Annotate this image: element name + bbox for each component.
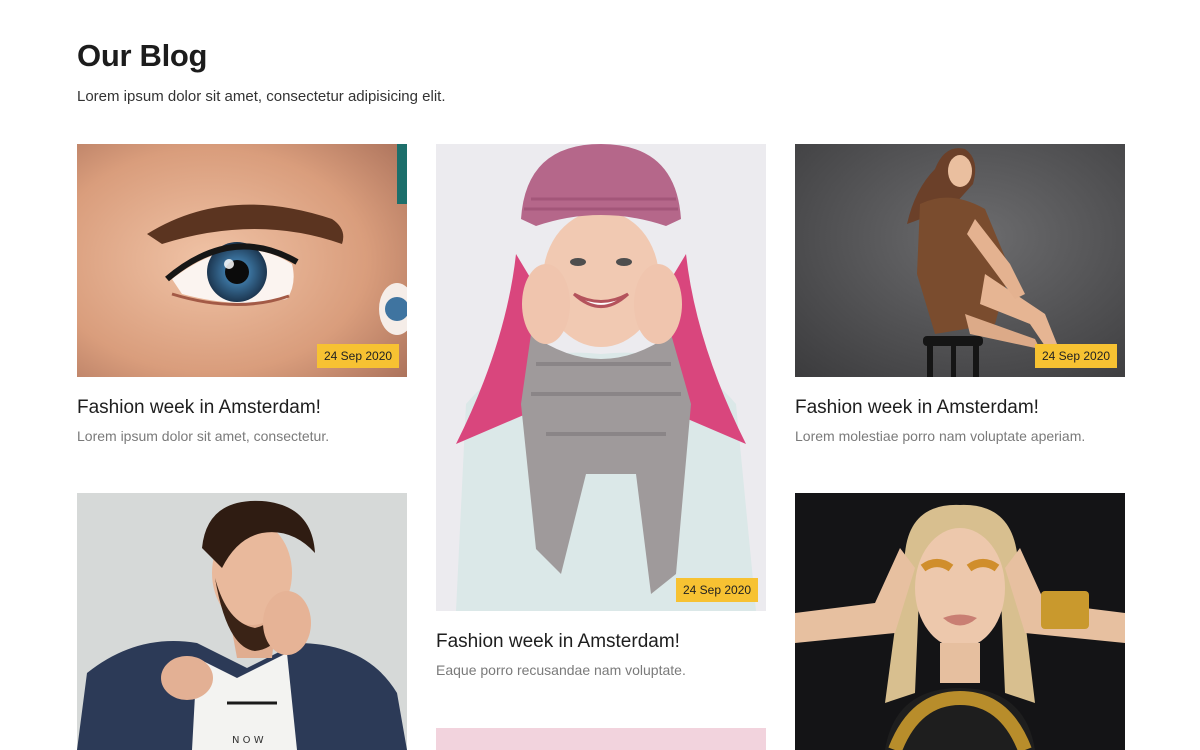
post-image-bearded-man[interactable]: N O W <box>77 493 407 750</box>
post-image-gold-makeup[interactable] <box>795 493 1125 750</box>
post-image-pink-hair[interactable] <box>436 144 766 611</box>
date-badge: 24 Sep 2020 <box>1035 344 1118 368</box>
post-title[interactable]: Fashion week in Amsterdam! <box>795 397 1039 419</box>
blog-header: Our Blog Lorem ipsum dolor sit amet, con… <box>77 38 446 105</box>
page-subtitle: Lorem ipsum dolor sit amet, consectetur … <box>77 88 446 105</box>
page-title: Our Blog <box>77 38 208 73</box>
post-excerpt: Lorem molestiae porro nam voluptate aper… <box>795 428 1086 444</box>
post-excerpt: Lorem ipsum dolor sit amet, consectetur. <box>77 428 330 444</box>
svg-text:N O W: N O W <box>232 735 264 746</box>
post-image-pink[interactable] <box>436 728 766 750</box>
post-image-eye[interactable] <box>77 144 407 377</box>
date-badge: 24 Sep 2020 <box>317 344 400 368</box>
post-title[interactable]: Fashion week in Amsterdam! <box>436 631 680 653</box>
post-excerpt: Eaque porro recusandae nam voluptate. <box>436 662 686 678</box>
post-title[interactable]: Fashion week in Amsterdam! <box>77 397 321 419</box>
date-badge: 24 Sep 2020 <box>676 578 759 602</box>
post-image-sitting-woman[interactable] <box>795 144 1125 377</box>
